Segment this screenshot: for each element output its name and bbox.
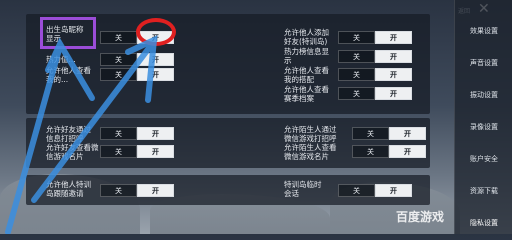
friend-greet-toggle[interactable]: 关 开 — [100, 127, 174, 140]
toggle-off[interactable]: 关 — [100, 31, 137, 44]
annotation-highlight-box — [40, 17, 96, 49]
toggle-off[interactable]: 关 — [338, 87, 375, 100]
sidebar-item-effects[interactable]: 效果设置 — [455, 26, 512, 36]
sidebar-item-resource-download[interactable]: 资源下载 — [455, 186, 512, 196]
watermark-logo: 百度游戏 — [396, 210, 445, 224]
toggle-on[interactable]: 开 — [375, 184, 412, 197]
allow-add-friend-toggle[interactable]: 关 开 — [338, 31, 412, 44]
view-outfit-toggle[interactable]: 关 开 — [338, 68, 412, 81]
heat-rank-toggle[interactable]: 关 开 — [338, 50, 412, 63]
toggle-on[interactable]: 开 — [137, 145, 174, 158]
stranger-card-toggle[interactable]: 关 开 — [352, 145, 426, 158]
toggle-off[interactable]: 关 — [352, 127, 389, 140]
toggle-off[interactable]: 关 — [100, 184, 137, 197]
stranger-greet-toggle[interactable]: 关 开 — [352, 127, 426, 140]
toggle-on[interactable]: 开 — [389, 145, 426, 158]
toggle-on[interactable]: 开 — [375, 87, 412, 100]
view-season-profile-toggle[interactable]: 关 开 — [338, 87, 412, 100]
toggle-on[interactable]: 开 — [375, 31, 412, 44]
toggle-on[interactable]: 开 — [137, 127, 174, 140]
sidebar-item-account-security[interactable]: 账户安全 — [455, 154, 512, 164]
toggle-off[interactable]: 关 — [338, 50, 375, 63]
friend-card-toggle[interactable]: 关 开 — [100, 145, 174, 158]
toggle-on[interactable]: 开 — [137, 184, 174, 197]
toggle-off[interactable]: 关 — [100, 127, 137, 140]
row-label: 允许陌生人查看 微信游戏名片 — [284, 143, 337, 161]
toggle-off[interactable]: 关 — [100, 145, 137, 158]
toggle-off[interactable]: 关 — [352, 145, 389, 158]
toggle-on[interactable]: 开 — [137, 68, 174, 81]
sidebar-item-privacy[interactable]: 隐私设置 — [455, 218, 512, 228]
training-follow-invite-toggle[interactable]: 关 开 — [100, 184, 174, 197]
toggle-off[interactable]: 关 — [100, 53, 137, 66]
settings-sidebar: 效果设置 声音设置 振动设置 录像设置 账户安全 资源下载 隐私设置 — [454, 0, 512, 234]
toggle-off[interactable]: 关 — [338, 31, 375, 44]
toggle-off[interactable]: 关 — [338, 68, 375, 81]
sidebar-item-sound[interactable]: 声音设置 — [455, 58, 512, 68]
toggle-on[interactable]: 开 — [137, 53, 174, 66]
toggle-off[interactable]: 关 — [338, 184, 375, 197]
heat-value-toggle[interactable]: 关 开 — [100, 53, 174, 66]
toggle-on[interactable]: 开 — [375, 68, 412, 81]
row-label: 允许陌生人通过 微信游戏打招呼 — [284, 125, 337, 143]
view-profile-toggle[interactable]: 关 开 — [100, 68, 174, 81]
toggle-off[interactable]: 关 — [100, 68, 137, 81]
toggle-on[interactable]: 开 — [389, 127, 426, 140]
sidebar-item-vibration[interactable]: 振动设置 — [455, 90, 512, 100]
toggle-on[interactable]: 开 — [375, 50, 412, 63]
annotation-circle — [136, 18, 176, 46]
training-temp-chat-toggle[interactable]: 关 开 — [338, 184, 412, 197]
sidebar-item-recording[interactable]: 录像设置 — [455, 122, 512, 132]
